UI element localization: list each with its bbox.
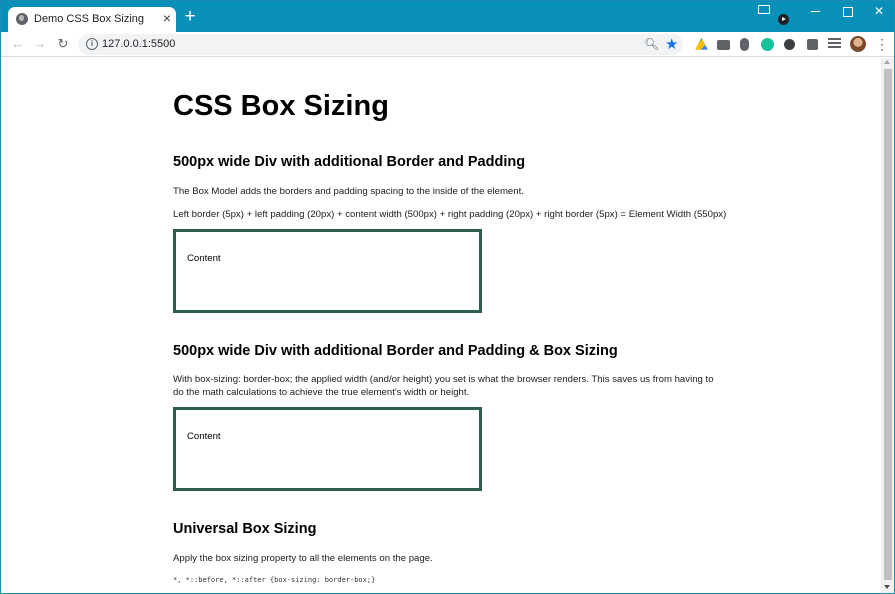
content-box-1: Content <box>173 229 482 313</box>
page-viewport: CSS Box Sizing 500px wide Div with addit… <box>1 58 881 593</box>
google-drive-icon[interactable] <box>695 38 708 50</box>
section3-paragraph-1: Apply the box sizing property to all the… <box>173 553 433 564</box>
minimize-button[interactable] <box>805 4 825 18</box>
tab-strip: Demo CSS Box Sizing × + ✕ <box>1 1 894 32</box>
scroll-up-arrow-icon[interactable] <box>884 60 890 64</box>
scroll-down-arrow-icon[interactable] <box>884 585 890 589</box>
section1-heading: 500px wide Div with additional Border an… <box>173 154 526 170</box>
media-control-icon[interactable] <box>758 5 770 14</box>
browser-tab[interactable]: Demo CSS Box Sizing × <box>8 7 176 32</box>
reload-icon[interactable]: ↻ <box>56 37 70 51</box>
camera-icon[interactable] <box>717 40 730 50</box>
code-snippet: *, *::before, *::after {box-sizing: bord… <box>173 576 376 584</box>
zoom-icon[interactable]: 🔍︎ <box>644 37 659 51</box>
microphone-icon[interactable] <box>740 38 749 51</box>
section1-paragraph-2: Left border (5px) + left padding (20px) … <box>173 209 727 220</box>
browser-toolbar: ← → ↻ i 127.0.0.1:5500 🔍︎ ★ ⋮ <box>1 32 894 57</box>
close-window-button[interactable]: ✕ <box>869 4 889 18</box>
page-title: CSS Box Sizing <box>173 90 389 122</box>
new-tab-button[interactable]: + <box>182 7 198 26</box>
profile-avatar[interactable] <box>850 36 866 52</box>
extension-circle-icon[interactable] <box>784 39 795 50</box>
section2-heading: 500px wide Div with additional Border an… <box>173 343 618 359</box>
tab-close-button[interactable]: × <box>160 11 174 25</box>
content-box-2: Content <box>173 407 482 491</box>
vertical-scrollbar[interactable] <box>881 58 894 593</box>
grammarly-icon[interactable] <box>761 38 774 51</box>
tab-title: Demo CSS Box Sizing <box>34 13 145 25</box>
section1-paragraph-1: The Box Model adds the borders and paddi… <box>173 186 524 197</box>
content-box-1-text: Content <box>187 253 221 264</box>
browser-window: Demo CSS Box Sizing × + ✕ ← → ↻ i 127.0.… <box>0 0 895 594</box>
extensions-puzzle-icon[interactable] <box>807 39 818 50</box>
scroll-thumb[interactable] <box>884 69 892 580</box>
menu-dots-icon[interactable]: ⋮ <box>875 37 889 51</box>
section2-paragraph-1: With box-sizing: border-box; the applied… <box>173 374 714 398</box>
globe-icon <box>16 13 28 25</box>
maximize-button[interactable] <box>837 4 857 18</box>
media-play-icon[interactable] <box>778 14 789 25</box>
section3-heading: Universal Box Sizing <box>173 521 317 537</box>
address-bar[interactable]: i 127.0.0.1:5500 🔍︎ ★ <box>78 34 683 55</box>
content-box-2-text: Content <box>187 431 221 442</box>
bookmark-star-icon[interactable]: ★ <box>665 35 679 53</box>
url-text[interactable]: 127.0.0.1:5500 <box>102 38 175 50</box>
back-arrow-icon[interactable]: ← <box>11 37 25 51</box>
media-queue-icon[interactable] <box>828 38 841 50</box>
forward-arrow-icon[interactable]: → <box>33 37 47 51</box>
site-info-icon[interactable]: i <box>86 38 98 50</box>
